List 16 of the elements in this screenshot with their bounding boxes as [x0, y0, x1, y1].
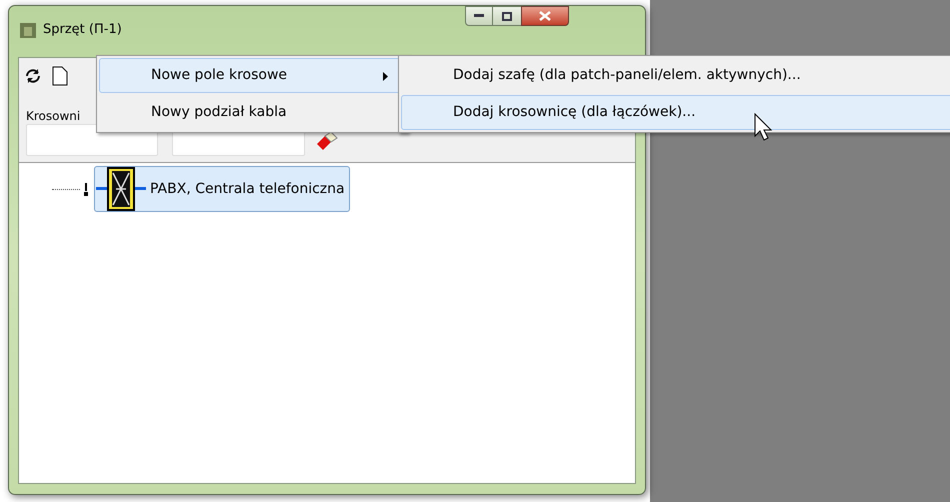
- mouse-pointer-icon: [754, 113, 774, 143]
- patch-panel-icon: [96, 167, 146, 211]
- minimize-button[interactable]: [465, 6, 493, 26]
- eraser-icon[interactable]: [315, 131, 339, 151]
- document-icon[interactable]: [51, 66, 69, 86]
- close-icon: [539, 11, 551, 21]
- cabinet-icon: [19, 20, 37, 39]
- tree-item[interactable]: PABX, Centrala telefoniczna: [94, 166, 350, 212]
- maximize-button[interactable]: [493, 6, 521, 26]
- minimize-icon: [474, 14, 484, 18]
- field-label: Krosowni: [26, 108, 80, 125]
- close-button[interactable]: [521, 6, 569, 26]
- connector-icon: [82, 181, 90, 197]
- menu-item[interactable]: Dodaj krosownicę (dla łączówek)...: [401, 95, 950, 130]
- maximize-icon: [502, 12, 512, 20]
- window-title: Sprzęt (П-1): [43, 21, 122, 39]
